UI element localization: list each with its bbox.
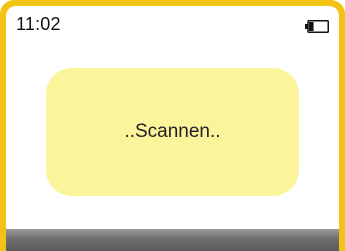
bottom-bar xyxy=(6,229,339,251)
battery-icon xyxy=(305,20,329,33)
status-bar: 11:02 xyxy=(6,6,339,40)
clock-time: 11:02 xyxy=(16,14,61,34)
screen: 11:02 ..Scannen.. xyxy=(6,6,339,251)
scan-status-box: ..Scannen.. xyxy=(46,68,299,196)
scan-status-text: ..Scannen.. xyxy=(124,121,221,142)
device-frame: 11:02 ..Scannen.. xyxy=(0,0,345,251)
battery-fill xyxy=(309,22,314,31)
